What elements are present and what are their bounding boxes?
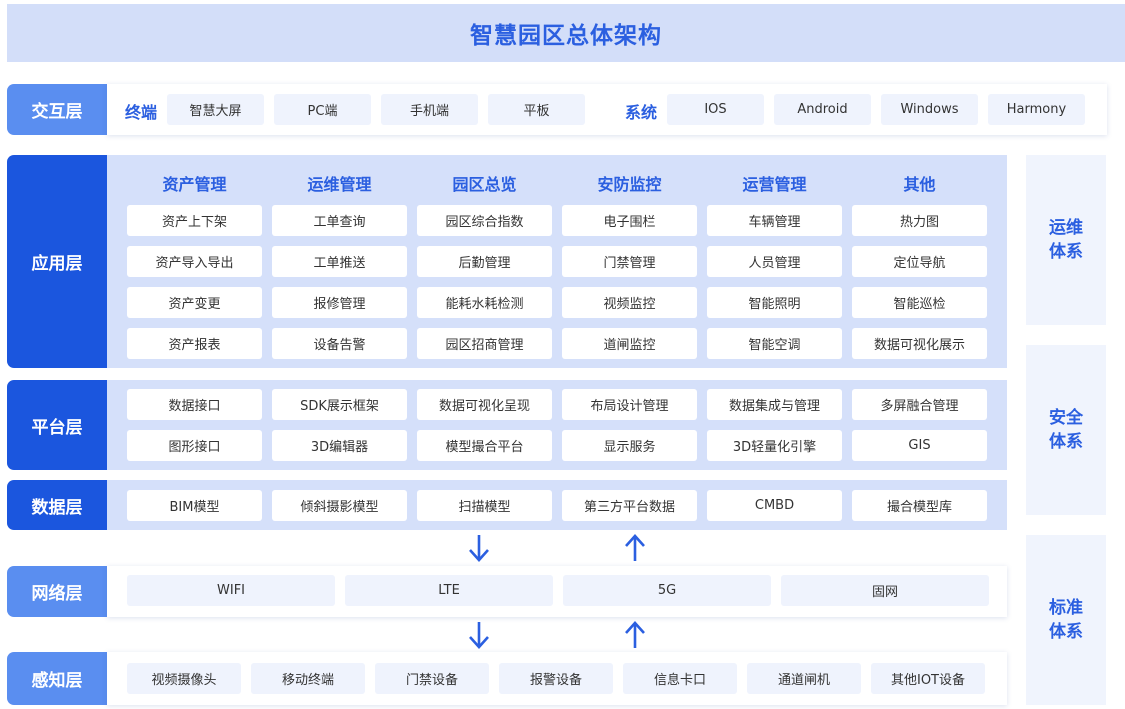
application-layer-body: 资产管理 运维管理 园区总览 安防监控 运营管理 其他 资产上下架 资产导入导出… bbox=[107, 155, 1007, 368]
data-layer-body: BIM模型 倾斜摄影模型 扫描模型 第三方平台数据 CMBD 撮合模型库 bbox=[107, 480, 1007, 530]
data-layer: 数据层 BIM模型 倾斜摄影模型 扫描模型 第三方平台数据 CMBD 撮合模型库 bbox=[7, 480, 1007, 530]
side-system-security: 安全体系 bbox=[1026, 345, 1106, 515]
app-item: 工单查询 bbox=[272, 205, 407, 236]
app-item: 能耗水耗检测 bbox=[417, 287, 552, 318]
app-item: 门禁管理 bbox=[562, 246, 697, 277]
app-item: 车辆管理 bbox=[707, 205, 842, 236]
app-item: 智能空调 bbox=[707, 328, 842, 359]
app-column-header: 运营管理 bbox=[742, 175, 807, 194]
system-item: Android bbox=[774, 94, 871, 125]
platform-item: 多屏融合管理 bbox=[852, 389, 987, 420]
platform-item: 3D编辑器 bbox=[272, 430, 407, 461]
app-item: 智能照明 bbox=[707, 287, 842, 318]
side-system-label: 安全体系 bbox=[1049, 408, 1083, 452]
platform-item: 3D轻量化引擎 bbox=[707, 430, 842, 461]
perception-item: 门禁设备 bbox=[375, 663, 489, 694]
interaction-layer-body: 终端 智慧大屏 PC端 手机端 平板 系统 IOS Android Window… bbox=[107, 84, 1107, 135]
app-item: 智能巡检 bbox=[852, 287, 987, 318]
terminal-group-title: 终端 bbox=[125, 103, 158, 122]
data-item: BIM模型 bbox=[127, 490, 262, 521]
platform-item: 模型撮合平台 bbox=[417, 430, 552, 461]
arrow-down-icon bbox=[469, 622, 489, 649]
app-item: 电子围栏 bbox=[562, 205, 697, 236]
network-item: 5G bbox=[563, 575, 771, 606]
app-item: 资产报表 bbox=[127, 328, 262, 359]
system-item: IOS bbox=[667, 94, 764, 125]
perception-item: 通道闸机 bbox=[747, 663, 861, 694]
perception-layer: 感知层 视频摄像头 移动终端 门禁设备 报警设备 信息卡口 通道闸机 其他IOT… bbox=[7, 652, 1007, 705]
network-layer: 网络层 WIFI LTE 5G 固网 bbox=[7, 566, 1007, 617]
app-item: 数据可视化展示 bbox=[852, 328, 987, 359]
app-item: 定位导航 bbox=[852, 246, 987, 277]
app-item: 报修管理 bbox=[272, 287, 407, 318]
app-column-header: 其他 bbox=[903, 175, 936, 194]
side-system-label: 标准体系 bbox=[1049, 598, 1083, 642]
data-item: 倾斜摄影模型 bbox=[272, 490, 407, 521]
app-item: 工单推送 bbox=[272, 246, 407, 277]
perception-item: 报警设备 bbox=[499, 663, 613, 694]
app-item: 道闸监控 bbox=[562, 328, 697, 359]
app-item: 热力图 bbox=[852, 205, 987, 236]
arrow-up-icon bbox=[625, 534, 645, 561]
page-title: 智慧园区总体架构 bbox=[470, 23, 662, 49]
app-item: 园区综合指数 bbox=[417, 205, 552, 236]
data-item: CMBD bbox=[707, 490, 842, 521]
system-group-title: 系统 bbox=[625, 103, 658, 122]
app-item: 资产导入导出 bbox=[127, 246, 262, 277]
platform-item: GIS bbox=[852, 430, 987, 461]
side-system-ops: 运维体系 bbox=[1026, 155, 1106, 325]
data-item: 撮合模型库 bbox=[852, 490, 987, 521]
interaction-layer-label: 交互层 bbox=[7, 84, 107, 135]
platform-item: 图形接口 bbox=[127, 430, 262, 461]
app-column-header: 资产管理 bbox=[162, 175, 227, 194]
app-item: 资产上下架 bbox=[127, 205, 262, 236]
side-system-label: 运维体系 bbox=[1049, 218, 1083, 262]
data-layer-label: 数据层 bbox=[7, 480, 107, 530]
terminal-item: 智慧大屏 bbox=[167, 94, 264, 125]
application-layer: 应用层 资产管理 运维管理 园区总览 安防监控 运营管理 其他 资产上下架 资产… bbox=[7, 155, 1007, 368]
application-layer-label: 应用层 bbox=[7, 155, 107, 368]
title-bar: 智慧园区总体架构 bbox=[7, 4, 1125, 62]
app-column-header: 园区总览 bbox=[452, 175, 517, 194]
data-item: 第三方平台数据 bbox=[562, 490, 697, 521]
platform-layer-body: 数据接口 SDK展示框架 数据可视化呈现 布局设计管理 数据集成与管理 多屏融合… bbox=[107, 380, 1007, 470]
perception-item: 信息卡口 bbox=[623, 663, 737, 694]
network-item: 固网 bbox=[781, 575, 989, 606]
app-item: 设备告警 bbox=[272, 328, 407, 359]
app-column-header: 安防监控 bbox=[597, 175, 662, 194]
terminal-item: PC端 bbox=[274, 94, 371, 125]
network-layer-body: WIFI LTE 5G 固网 bbox=[107, 566, 1007, 617]
perception-item: 移动终端 bbox=[251, 663, 365, 694]
app-item: 视频监控 bbox=[562, 287, 697, 318]
terminal-item: 手机端 bbox=[381, 94, 478, 125]
platform-item: 数据接口 bbox=[127, 389, 262, 420]
platform-item: 布局设计管理 bbox=[562, 389, 697, 420]
network-layer-label: 网络层 bbox=[7, 566, 107, 617]
arrow-down-icon bbox=[469, 535, 489, 562]
app-item: 后勤管理 bbox=[417, 246, 552, 277]
terminal-item: 平板 bbox=[488, 94, 585, 125]
app-item: 资产变更 bbox=[127, 287, 262, 318]
app-item: 人员管理 bbox=[707, 246, 842, 277]
app-column-header: 运维管理 bbox=[307, 175, 372, 194]
perception-layer-label: 感知层 bbox=[7, 652, 107, 705]
platform-item: 数据集成与管理 bbox=[707, 389, 842, 420]
platform-item: 数据可视化呈现 bbox=[417, 389, 552, 420]
app-item: 园区招商管理 bbox=[417, 328, 552, 359]
platform-item: 显示服务 bbox=[562, 430, 697, 461]
perception-item: 视频摄像头 bbox=[127, 663, 241, 694]
platform-item: SDK展示框架 bbox=[272, 389, 407, 420]
side-system-standard: 标准体系 bbox=[1026, 535, 1106, 705]
system-item: Windows bbox=[881, 94, 978, 125]
arrow-up-icon bbox=[625, 621, 645, 648]
data-item: 扫描模型 bbox=[417, 490, 552, 521]
system-item: Harmony bbox=[988, 94, 1085, 125]
network-item: WIFI bbox=[127, 575, 335, 606]
platform-layer: 平台层 数据接口 SDK展示框架 数据可视化呈现 布局设计管理 数据集成与管理 … bbox=[7, 380, 1007, 470]
network-item: LTE bbox=[345, 575, 553, 606]
perception-item: 其他IOT设备 bbox=[871, 663, 985, 694]
perception-layer-body: 视频摄像头 移动终端 门禁设备 报警设备 信息卡口 通道闸机 其他IOT设备 bbox=[107, 652, 1007, 705]
interaction-layer: 交互层 终端 智慧大屏 PC端 手机端 平板 系统 IOS Android Wi… bbox=[7, 84, 1107, 135]
platform-layer-label: 平台层 bbox=[7, 380, 107, 470]
